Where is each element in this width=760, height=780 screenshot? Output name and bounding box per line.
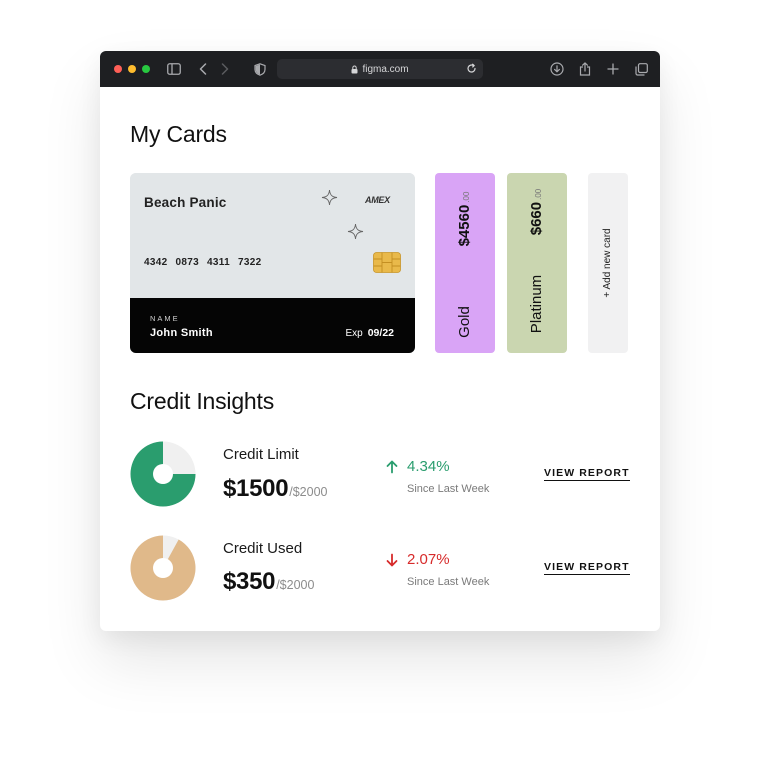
- insight-value: $350/$2000: [223, 568, 314, 596]
- card-holder-name: John Smith: [150, 327, 213, 339]
- browser-toolbar: figma.com: [100, 51, 660, 87]
- maximize-window-button[interactable]: [142, 65, 150, 73]
- url-text: figma.com: [362, 63, 409, 75]
- card-gold[interactable]: $4560.00 Gold: [435, 173, 495, 353]
- arrow-up-icon: [385, 460, 399, 479]
- arrow-down-icon: [385, 553, 399, 572]
- card-name: Beach Panic: [144, 195, 227, 210]
- sparkle-icon: [347, 223, 364, 245]
- card-number: 4342 0873 4311 7322: [144, 257, 262, 268]
- close-window-button[interactable]: [114, 65, 122, 73]
- card-holder-label: NAME: [150, 314, 180, 323]
- share-icon[interactable]: [577, 61, 593, 77]
- insight-amount: $1500: [223, 475, 289, 502]
- back-icon[interactable]: [195, 61, 211, 77]
- expiry-value: 09/22: [367, 327, 394, 339]
- donut-hole: [153, 558, 173, 578]
- shield-icon[interactable]: [252, 61, 268, 77]
- add-new-card-button[interactable]: + Add new card: [588, 173, 628, 353]
- amount-cents: .00: [462, 191, 471, 203]
- new-tab-icon[interactable]: [605, 61, 621, 77]
- donut-hole: [153, 464, 173, 484]
- lock-icon: [351, 65, 358, 74]
- card-platinum-amount: $660.00: [525, 173, 549, 264]
- insight-change: 4.34%: [407, 458, 450, 475]
- credit-card-main[interactable]: Beach Panic AMEX 4342 0873 4311 7322 NAM…: [130, 173, 415, 353]
- card-expiry: Exp 09/22: [345, 327, 394, 339]
- download-icon[interactable]: [549, 61, 565, 77]
- insight-since: Since Last Week: [407, 483, 490, 495]
- amount-cents: .00: [534, 188, 543, 200]
- sidebar-icon[interactable]: [166, 61, 182, 77]
- reload-icon[interactable]: [466, 63, 477, 74]
- amount-value: $660: [528, 201, 545, 236]
- insight-since: Since Last Week: [407, 576, 490, 588]
- card-platinum-tier: Platinum: [528, 274, 545, 334]
- card-brand-logo: AMEX: [365, 195, 390, 205]
- insight-label: Credit Limit: [223, 446, 299, 463]
- card-face: Beach Panic AMEX 4342 0873 4311 7322: [130, 173, 415, 298]
- card-gold-amount: $4560.00: [453, 173, 477, 271]
- chip-icon: [373, 252, 401, 278]
- address-bar[interactable]: figma.com: [277, 59, 483, 79]
- sparkle-icon: [321, 189, 338, 211]
- expiry-label: Exp: [345, 328, 363, 339]
- card-footer: NAME John Smith Exp 09/22: [130, 298, 415, 353]
- page-title: My Cards: [130, 121, 227, 147]
- add-new-card-label: + Add new card: [602, 228, 613, 298]
- view-report-link[interactable]: VIEW REPORT: [544, 561, 630, 575]
- tabs-overview-icon[interactable]: [633, 61, 649, 77]
- section-title: Credit Insights: [130, 388, 275, 414]
- card-gold-tier: Gold: [456, 306, 473, 338]
- insight-label: Credit Used: [223, 540, 303, 557]
- insight-value: $1500/$2000: [223, 475, 327, 503]
- minimize-window-button[interactable]: [128, 65, 136, 73]
- view-report-link[interactable]: VIEW REPORT: [544, 467, 630, 481]
- insight-amount: $350: [223, 568, 276, 595]
- credit-used-donut: [130, 535, 196, 601]
- amount-value: $4560: [456, 204, 473, 247]
- forward-icon[interactable]: [217, 61, 233, 77]
- card-platinum[interactable]: $660.00 Platinum: [507, 173, 567, 353]
- insight-total: /$2000: [289, 485, 328, 499]
- credit-limit-donut: [130, 441, 196, 507]
- insight-change: 2.07%: [407, 551, 450, 568]
- browser-window: figma.com My Cards Beach Panic AMEX 4342…: [100, 51, 660, 631]
- insight-total: /$2000: [276, 578, 315, 592]
